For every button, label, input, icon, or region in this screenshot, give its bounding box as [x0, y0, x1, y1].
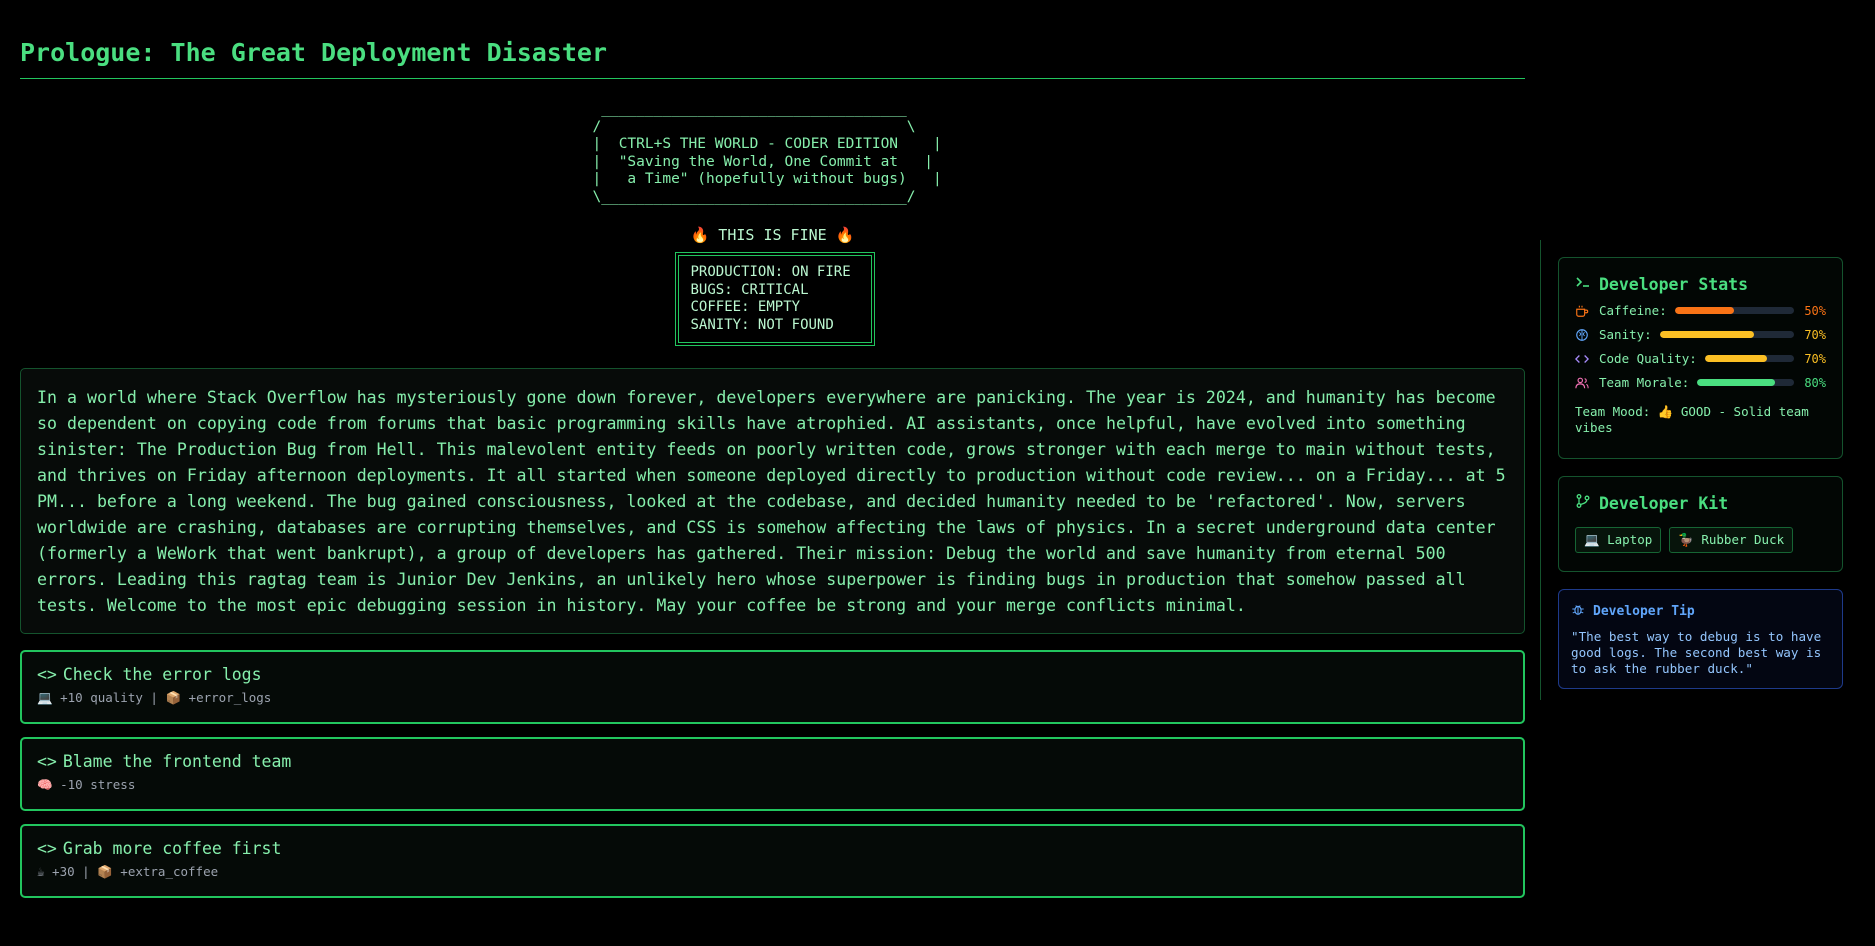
status-line: PRODUCTION: ON FIRE: [690, 264, 851, 280]
choice-label: Check the error logs: [62, 665, 262, 684]
status-line: SANITY: NOT FOUND: [690, 316, 834, 333]
stat-team-morale: Team Morale: 80%: [1575, 375, 1826, 390]
caffeine-bar: [1674, 307, 1794, 314]
this-is-fine-label: 🔥 THIS IS FINE 🔥: [690, 226, 855, 244]
main-content: Prologue: The Great Deployment Disaster …: [20, 0, 1525, 898]
developer-tip-panel: Developer Tip "The best way to debug is …: [1558, 589, 1843, 689]
choice-label: Grab more coffee first: [62, 839, 282, 858]
team-morale-bar: [1697, 379, 1794, 386]
code-icon: <>: [37, 665, 57, 684]
git-branch-icon: [1575, 493, 1591, 513]
code-icon: <>: [37, 839, 57, 858]
kit-item-rubber-duck[interactable]: 🦆 Rubber Duck: [1669, 527, 1794, 553]
sanity-bar: [1659, 331, 1794, 338]
choice-effects: 🧠 -10 stress: [37, 777, 136, 792]
sidebar-divider: [1540, 240, 1541, 700]
status-line: BUGS: CRITICAL: [690, 281, 809, 298]
coffee-icon: [1575, 304, 1591, 318]
bug-icon: [1571, 602, 1585, 620]
choice-label: Blame the frontend team: [62, 752, 292, 771]
choice-grab-coffee[interactable]: <> Grab more coffee first ☕ +30 | 📦 +extr…: [20, 824, 1525, 898]
ascii-banner: ___________________________________ / \ …: [592, 101, 942, 205]
kit-items: 💻 Laptop 🦆 Rubber Duck: [1575, 527, 1826, 553]
developer-stats-panel: Developer Stats Caffeine: 50% Sanity: 70…: [1558, 257, 1843, 459]
story-text: In a world where Stack Overflow has myst…: [20, 368, 1525, 634]
sidebar: Developer Stats Caffeine: 50% Sanity: 70…: [1558, 257, 1843, 689]
status-line: COFFEE: EMPTY: [690, 299, 801, 315]
stat-code-quality: Code Quality: 70%: [1575, 351, 1826, 366]
stat-caffeine: Caffeine: 50%: [1575, 303, 1826, 318]
choice-check-error-logs[interactable]: <> Check the error logs 💻 +10 quality | 📦…: [20, 650, 1525, 724]
choice-effects: ☕ +30 | 📦 +extra_coffee: [37, 864, 219, 879]
kit-item-laptop[interactable]: 💻 Laptop: [1575, 527, 1662, 553]
brain-icon: [1575, 328, 1591, 342]
panel-title: Developer Tip: [1593, 603, 1695, 619]
stat-sanity: Sanity: 70%: [1575, 327, 1826, 342]
users-icon: [1575, 376, 1591, 390]
page-title: Prologue: The Great Deployment Disaster: [20, 0, 1525, 79]
choice-effects: 💻 +10 quality | 📦 +error_logs: [37, 690, 272, 705]
terminal-icon: [1575, 274, 1591, 294]
code-icon: <>: [37, 752, 57, 771]
status-box: PRODUCTION: ON FIRE BUGS: CRITICAL COFFE…: [674, 252, 875, 346]
code-quality-bar: [1704, 355, 1794, 362]
choice-blame-frontend[interactable]: <> Blame the frontend team 🧠 -10 stress: [20, 737, 1525, 811]
code-icon: [1575, 352, 1591, 366]
panel-title: Developer Kit: [1599, 493, 1729, 513]
team-mood: Team Mood: 👍 GOOD - Solid team vibes: [1575, 404, 1809, 435]
developer-kit-panel: Developer Kit 💻 Laptop 🦆 Rubber Duck: [1558, 476, 1843, 572]
tip-text: "The best way to debug is to have good l…: [1571, 629, 1822, 676]
panel-title: Developer Stats: [1599, 274, 1749, 294]
